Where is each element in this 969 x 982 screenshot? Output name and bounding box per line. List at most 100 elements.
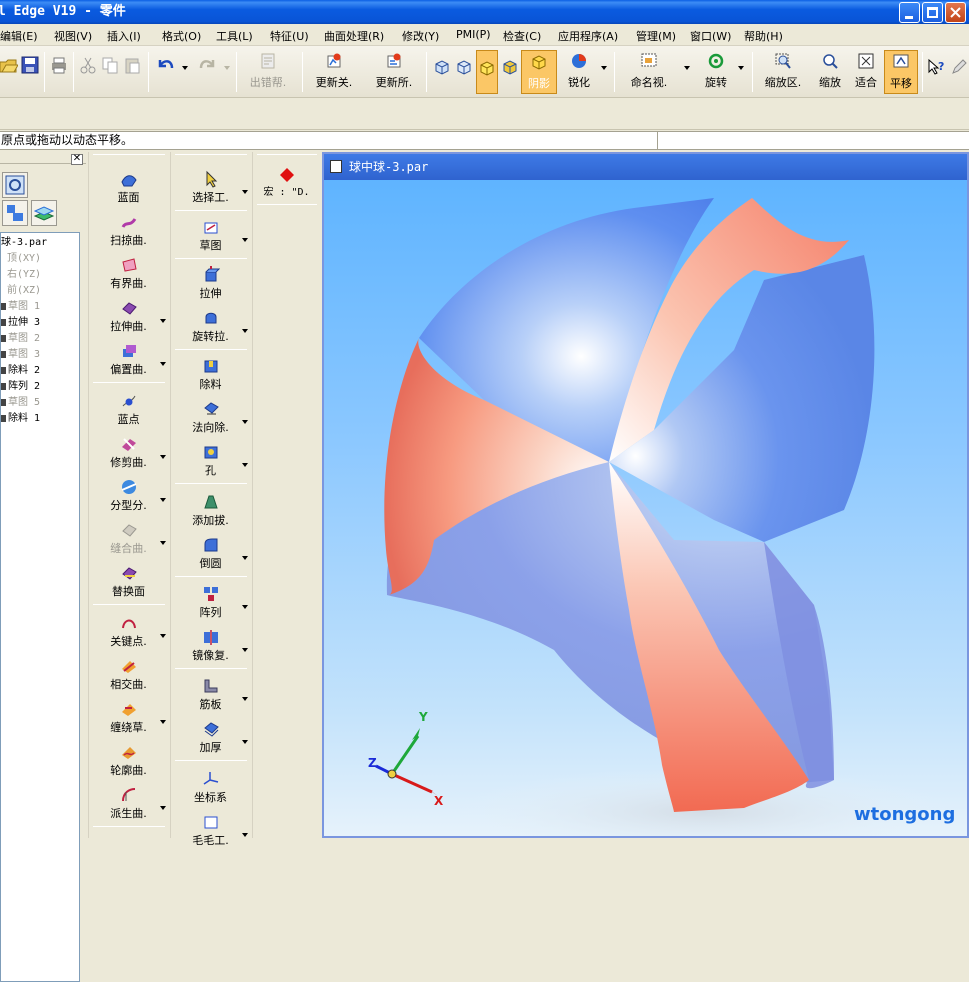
menu-tools[interactable]: 工具(L)	[216, 28, 253, 44]
menu-surfacing[interactable]: 曲面处理(R)	[324, 28, 384, 44]
derived-curve-command[interactable]: 派生曲.	[89, 786, 168, 821]
save-icon[interactable]	[21, 56, 39, 74]
view-cube-icon[interactable]	[433, 58, 451, 76]
sharpen-button[interactable]: 锐化	[561, 50, 597, 94]
coordinate-system-command[interactable]: 坐标系	[171, 770, 250, 805]
menu-applications[interactable]: 应用程序(A)	[558, 28, 618, 44]
rib-command[interactable]: 筋板	[171, 677, 250, 712]
view-cube-2-icon[interactable]	[455, 58, 473, 76]
swept-surface-command[interactable]: 扫掠曲.	[89, 213, 168, 248]
contour-curve-command[interactable]: 轮廓曲.	[89, 743, 168, 778]
tree-item-extrude-3[interactable]: 拉伸 3	[1, 315, 40, 330]
print-icon[interactable]	[50, 56, 68, 74]
more-tools-command[interactable]: 毛毛工.	[171, 813, 250, 848]
graphics-window[interactable]: 球中球-3.par Y X Z wtongong	[322, 152, 969, 838]
round-command[interactable]: 倒圆	[171, 536, 250, 571]
bluedot-command[interactable]: 蓝点	[89, 392, 168, 427]
sharpen-dropdown-arrow[interactable]	[601, 66, 607, 70]
rotate-button[interactable]: 旋转	[698, 50, 734, 94]
pathfinder-close-button[interactable]: ✕	[71, 154, 83, 165]
bounded-surface-command[interactable]: 有界曲.	[89, 256, 168, 291]
replace-face-command[interactable]: 替换面	[89, 564, 168, 599]
tree-item-part[interactable]: 球-3.par	[1, 235, 47, 250]
menu-help[interactable]: 帮助(H)	[744, 28, 783, 44]
tree-item-pattern-2[interactable]: 阵列 2	[1, 379, 40, 394]
redo-icon[interactable]	[199, 56, 217, 74]
cutout-command[interactable]: 除料	[171, 357, 250, 392]
menu-insert[interactable]: 插入(I)	[107, 28, 141, 44]
parting-split-command[interactable]: 分型分.	[89, 478, 168, 513]
update-relationships-button[interactable]: 更新关.	[306, 50, 362, 94]
pencil-icon[interactable]	[950, 58, 968, 76]
keypoint-curve-command[interactable]: 关键点.	[89, 614, 168, 649]
tree-item-right-plane[interactable]: 右(YZ)	[1, 267, 41, 282]
normal-cutout-command[interactable]: 法向除.	[171, 400, 250, 435]
intersection-curve-command[interactable]: 相交曲.	[89, 657, 168, 692]
tree-item-sketch-3[interactable]: 草图 3	[1, 347, 40, 362]
sketch-command[interactable]: 草图	[171, 218, 250, 253]
extruded-surface-command[interactable]: 拉伸曲.	[89, 299, 168, 334]
tree-item-cutout-1[interactable]: 除料 1	[1, 411, 40, 426]
layers-button[interactable]	[31, 200, 57, 226]
stitched-surface-command[interactable]: 缝合曲.	[89, 521, 168, 556]
tree-item-sketch-2[interactable]: 草图 2	[1, 331, 40, 346]
copy-icon[interactable]	[101, 56, 119, 74]
zoom-button[interactable]: 缩放	[814, 50, 846, 94]
bluesurf-command[interactable]: 蓝面	[89, 170, 168, 205]
select-tool-command[interactable]: 选择工.	[171, 170, 250, 205]
thicken-command[interactable]: 加厚	[171, 720, 250, 755]
whats-this-icon[interactable]: ?	[927, 58, 945, 76]
offset-surface-command[interactable]: 偏置曲.	[89, 342, 168, 377]
menu-modify[interactable]: 修改(Y)	[402, 28, 439, 44]
macro-command[interactable]: 宏 : "D.	[253, 168, 320, 198]
wrap-sketch-command[interactable]: 缠绕草.	[89, 700, 168, 735]
tree-item-front-plane[interactable]: 前(XZ)	[1, 283, 41, 298]
add-draft-command[interactable]: 添加拔.	[171, 493, 250, 528]
menu-view[interactable]: 视图(V)	[54, 28, 92, 44]
feature-pathfinder-button[interactable]	[2, 200, 28, 226]
revolved-protrusion-command[interactable]: 旋转拉.	[171, 309, 250, 344]
named-view-dropdown-arrow[interactable]	[684, 66, 690, 70]
menu-pmi[interactable]: PMI(P)	[456, 28, 491, 41]
maximize-button[interactable]	[922, 2, 943, 23]
shaded-edges-icon[interactable]	[501, 58, 519, 76]
model-view[interactable]: Y X Z wtongong	[324, 180, 967, 836]
rotate-dropdown-arrow[interactable]	[738, 66, 744, 70]
zoom-area-button[interactable]: 缩放区.	[757, 50, 809, 94]
hole-command[interactable]: 孔	[171, 443, 250, 478]
minimize-button[interactable]	[899, 2, 920, 23]
tree-item-cutout-2[interactable]: 除料 2	[1, 363, 40, 378]
update-all-button[interactable]: 更新所.	[366, 50, 422, 94]
close-button[interactable]	[945, 2, 966, 23]
pattern-command[interactable]: 阵列	[171, 585, 250, 620]
mirror-copy-command[interactable]: 镜像复.	[171, 628, 250, 663]
fit-button[interactable]: 适合	[850, 50, 882, 94]
shade-label: 阴影	[528, 77, 550, 90]
menu-inspect[interactable]: 检查(C)	[503, 28, 541, 44]
menu-format[interactable]: 格式(O)	[162, 28, 201, 44]
surfacing-command-bar: 蓝面 扫掠曲. 有界曲. 拉伸曲. 偏置曲. 蓝点 修剪曲. 分型分. 缝合曲.…	[88, 152, 168, 838]
document-tab[interactable]: 球中球-3.par	[324, 154, 967, 180]
tree-item-top-plane[interactable]: 顶(XY)	[1, 251, 41, 266]
extrude-command[interactable]: 拉伸	[171, 266, 250, 301]
tree-item-sketch-5[interactable]: 草图 5	[1, 395, 40, 410]
trim-surface-command[interactable]: 修剪曲.	[89, 435, 168, 470]
redo-dropdown-arrow[interactable]	[224, 66, 230, 70]
undo-icon[interactable]	[156, 56, 174, 74]
error-assistant-button[interactable]: 出错帮.	[241, 50, 295, 94]
named-view-button[interactable]: 命名视.	[620, 50, 678, 94]
pan-button[interactable]: 平移	[884, 50, 918, 94]
shaded-view-button[interactable]	[476, 50, 498, 94]
pathfinder-tool-button[interactable]	[2, 172, 28, 198]
paste-icon[interactable]	[123, 56, 141, 74]
menu-edit[interactable]: 编辑(E)	[0, 28, 38, 44]
menu-manage[interactable]: 管理(M)	[636, 28, 676, 44]
menu-features[interactable]: 特征(U)	[270, 28, 309, 44]
menu-window[interactable]: 窗口(W)	[690, 28, 731, 44]
cut-icon[interactable]	[79, 56, 97, 74]
shade-button[interactable]: 阴影	[521, 50, 557, 94]
open-folder-icon[interactable]	[0, 56, 18, 74]
bounded-surface-icon	[121, 258, 137, 272]
tree-item-sketch-1[interactable]: 草图 1	[1, 299, 40, 314]
undo-dropdown-arrow[interactable]	[182, 66, 188, 70]
